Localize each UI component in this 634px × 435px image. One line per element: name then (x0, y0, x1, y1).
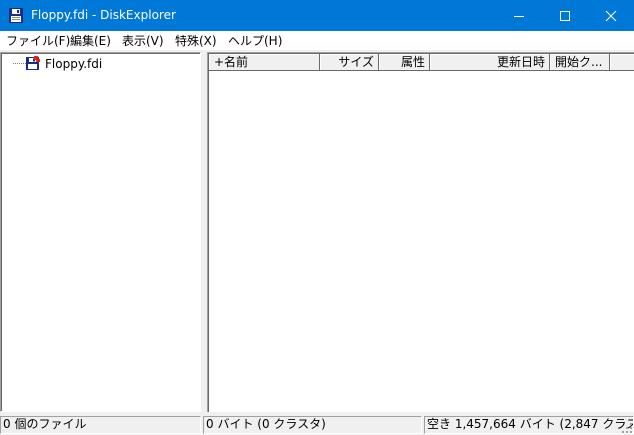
window-title: Floppy.fdi - DiskExplorer (31, 8, 176, 22)
column-header-name[interactable]: +名前 (209, 54, 320, 71)
status-free-space: 空き 1,457,664 バイト (2,847 クラスタ) (424, 416, 634, 434)
folder-tree-pane[interactable]: Floppy.fdi (0, 52, 201, 412)
close-button[interactable] (588, 0, 634, 31)
column-header-start-cluster[interactable]: 開始ク... (550, 54, 610, 71)
file-list-pane[interactable]: +名前 サイズ 属性 更新日時 開始ク... (207, 52, 634, 412)
maximize-icon (560, 11, 570, 21)
floppy-image-icon[interactable] (25, 56, 41, 71)
column-header-modified[interactable]: 更新日時 (430, 54, 550, 71)
column-header-filler (610, 54, 634, 71)
title-bar[interactable]: Floppy.fdi - DiskExplorer (0, 0, 634, 31)
menu-edit[interactable]: 編集(E) (70, 33, 111, 49)
status-selected-size: 0 バイト (0 クラスタ) (203, 416, 422, 434)
maximize-button[interactable] (542, 0, 588, 31)
minimize-button[interactable] (496, 0, 542, 31)
menu-bar: ファイル(F) 編集(E) 表示(V) 特殊(X) ヘルプ(H) (0, 31, 634, 51)
tree-item-floppy[interactable]: Floppy.fdi (45, 57, 102, 71)
menu-help[interactable]: ヘルプ(H) (228, 33, 282, 49)
minimize-icon (514, 16, 524, 17)
status-bar: 0 個のファイル 0 バイト (0 クラスタ) 空き 1,457,664 バイト… (0, 414, 634, 435)
column-header-size[interactable]: サイズ (320, 54, 379, 71)
status-file-count: 0 個のファイル (0, 416, 201, 434)
file-list: +名前 サイズ 属性 更新日時 開始ク... (208, 53, 634, 412)
menu-file[interactable]: ファイル(F) (6, 33, 70, 49)
close-icon (605, 10, 617, 22)
column-header-attributes[interactable]: 属性 (379, 54, 430, 71)
floppy-disk-icon (9, 8, 23, 23)
resize-grip-icon[interactable] (621, 422, 633, 434)
folder-tree: Floppy.fdi (1, 53, 200, 411)
menu-special[interactable]: 特殊(X) (175, 33, 217, 49)
menu-view[interactable]: 表示(V) (122, 33, 164, 49)
